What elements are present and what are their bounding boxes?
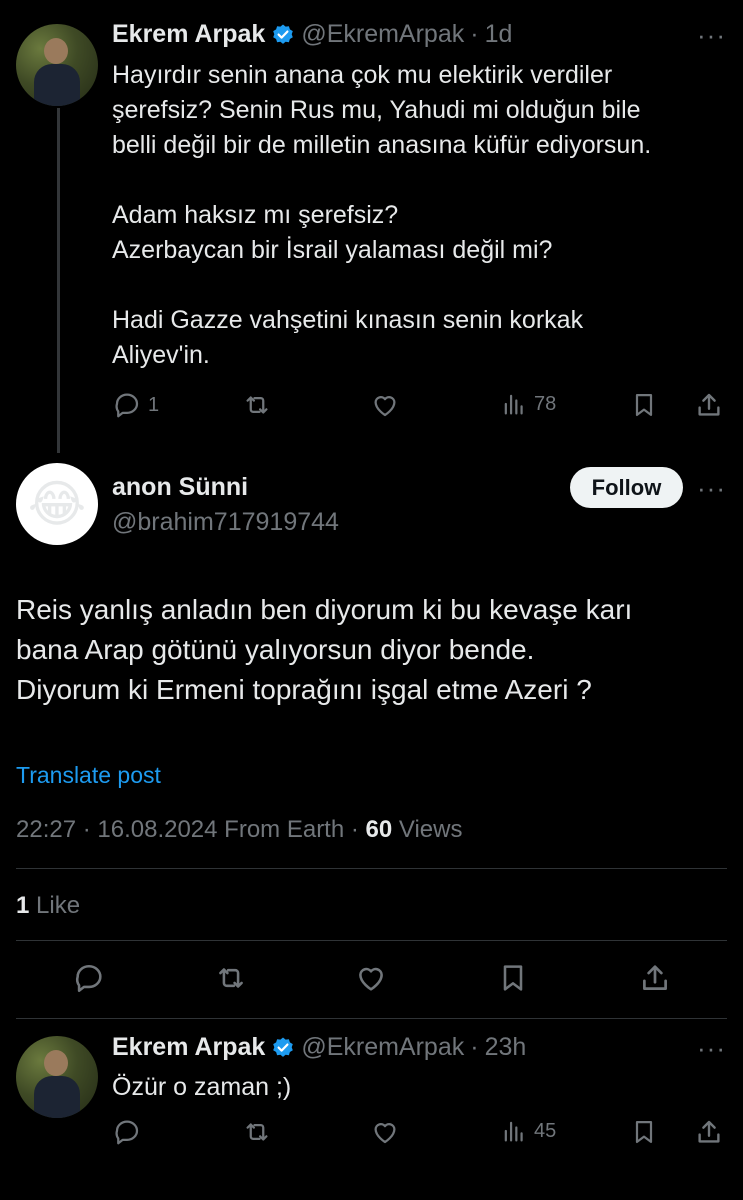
reply-button[interactable] — [72, 961, 106, 995]
post-time[interactable]: 23h — [485, 1033, 527, 1062]
avatar-ekrem[interactable] — [16, 24, 98, 106]
views-count: 60 — [365, 816, 393, 843]
reply2-text: Özür o zaman ;) — [112, 1073, 292, 1101]
author-name[interactable]: anon Sünni — [112, 473, 248, 502]
reply1-text: Hayırdır senin anana çok mu elektirik ve… — [112, 61, 652, 369]
author-handle[interactable]: @EkremArpak — [301, 20, 464, 49]
translate-link[interactable]: Translate post — [16, 762, 161, 789]
author-name[interactable]: Ekrem Arpak — [112, 1033, 265, 1062]
bookmark-button[interactable] — [497, 961, 529, 995]
share-button[interactable] — [638, 961, 672, 995]
reply-count: 1 — [148, 393, 160, 416]
views-button[interactable]: 78 — [500, 390, 556, 418]
reply2-header: Ekrem Arpak @EkremArpak · 23h — [112, 1033, 526, 1062]
reply-button[interactable] — [112, 1117, 142, 1147]
divider — [16, 940, 727, 941]
more-icon[interactable]: ··· — [697, 20, 726, 51]
like-button[interactable] — [370, 1117, 400, 1147]
reply1-header: Ekrem Arpak @EkremArpak · 1d — [112, 20, 512, 49]
verified-badge-icon — [273, 24, 294, 44]
bookmark-button[interactable] — [630, 1117, 658, 1147]
verified-badge-icon — [273, 1037, 294, 1057]
views-button[interactable]: 45 — [500, 1117, 556, 1145]
reply-icon — [75, 964, 102, 993]
avatar-ekrem[interactable] — [16, 1036, 98, 1118]
like-icon — [374, 396, 396, 417]
bookmark-icon — [635, 393, 653, 417]
likes-label: Like — [29, 892, 81, 919]
share-button[interactable] — [694, 1117, 724, 1147]
more-icon[interactable]: ··· — [697, 473, 726, 504]
post-time[interactable]: 1d — [485, 20, 513, 49]
post-timestamp[interactable]: 22:27 · 16.08.2024 From Earth · — [16, 816, 366, 843]
avatar-anon[interactable]: 😂 — [16, 463, 98, 545]
thread-line — [57, 108, 60, 453]
author-name[interactable]: Ekrem Arpak — [112, 20, 265, 49]
repost-button[interactable] — [242, 1117, 272, 1147]
share-button[interactable] — [694, 390, 724, 420]
dot-separator: · — [470, 1033, 479, 1061]
follow-button[interactable]: Follow — [570, 467, 683, 508]
likes-summary[interactable]: 1 Like — [16, 892, 80, 920]
likes-count: 1 — [16, 892, 30, 919]
repost-button[interactable] — [214, 961, 248, 995]
repost-button[interactable] — [242, 390, 272, 420]
dot-separator: · — [470, 20, 479, 48]
share-icon — [698, 393, 720, 416]
bookmark-button[interactable] — [630, 390, 658, 420]
share-icon — [698, 1120, 720, 1143]
bookmark-icon — [635, 1120, 653, 1144]
repost-icon — [246, 1123, 268, 1141]
main-post-text: Reis yanlış anladın ben diyorum ki bu ke… — [16, 594, 633, 705]
divider — [16, 1018, 727, 1019]
divider — [16, 868, 727, 869]
like-button[interactable] — [354, 961, 388, 995]
views-count: 45 — [534, 1119, 557, 1142]
share-icon — [643, 965, 667, 990]
author-handle[interactable]: @brahim717919744 — [112, 508, 339, 537]
views-label: Views — [392, 816, 463, 843]
reply-icon — [115, 1120, 139, 1145]
author-handle[interactable]: @EkremArpak — [301, 1033, 464, 1062]
reply-button[interactable]: 1 — [112, 390, 159, 420]
avatar-emoji: 😂 — [27, 476, 87, 532]
like-icon — [374, 1123, 396, 1144]
like-button[interactable] — [370, 390, 400, 420]
repost-icon — [219, 968, 243, 988]
post-meta: 22:27 · 16.08.2024 From Earth · 60 Views — [16, 816, 463, 844]
reply-icon — [115, 393, 139, 418]
repost-icon — [246, 396, 268, 414]
like-icon — [359, 967, 383, 991]
views-count: 78 — [534, 392, 557, 415]
views-icon — [504, 1121, 523, 1142]
views-icon — [504, 394, 523, 415]
bookmark-icon — [503, 965, 523, 991]
more-icon[interactable]: ··· — [697, 1033, 726, 1064]
